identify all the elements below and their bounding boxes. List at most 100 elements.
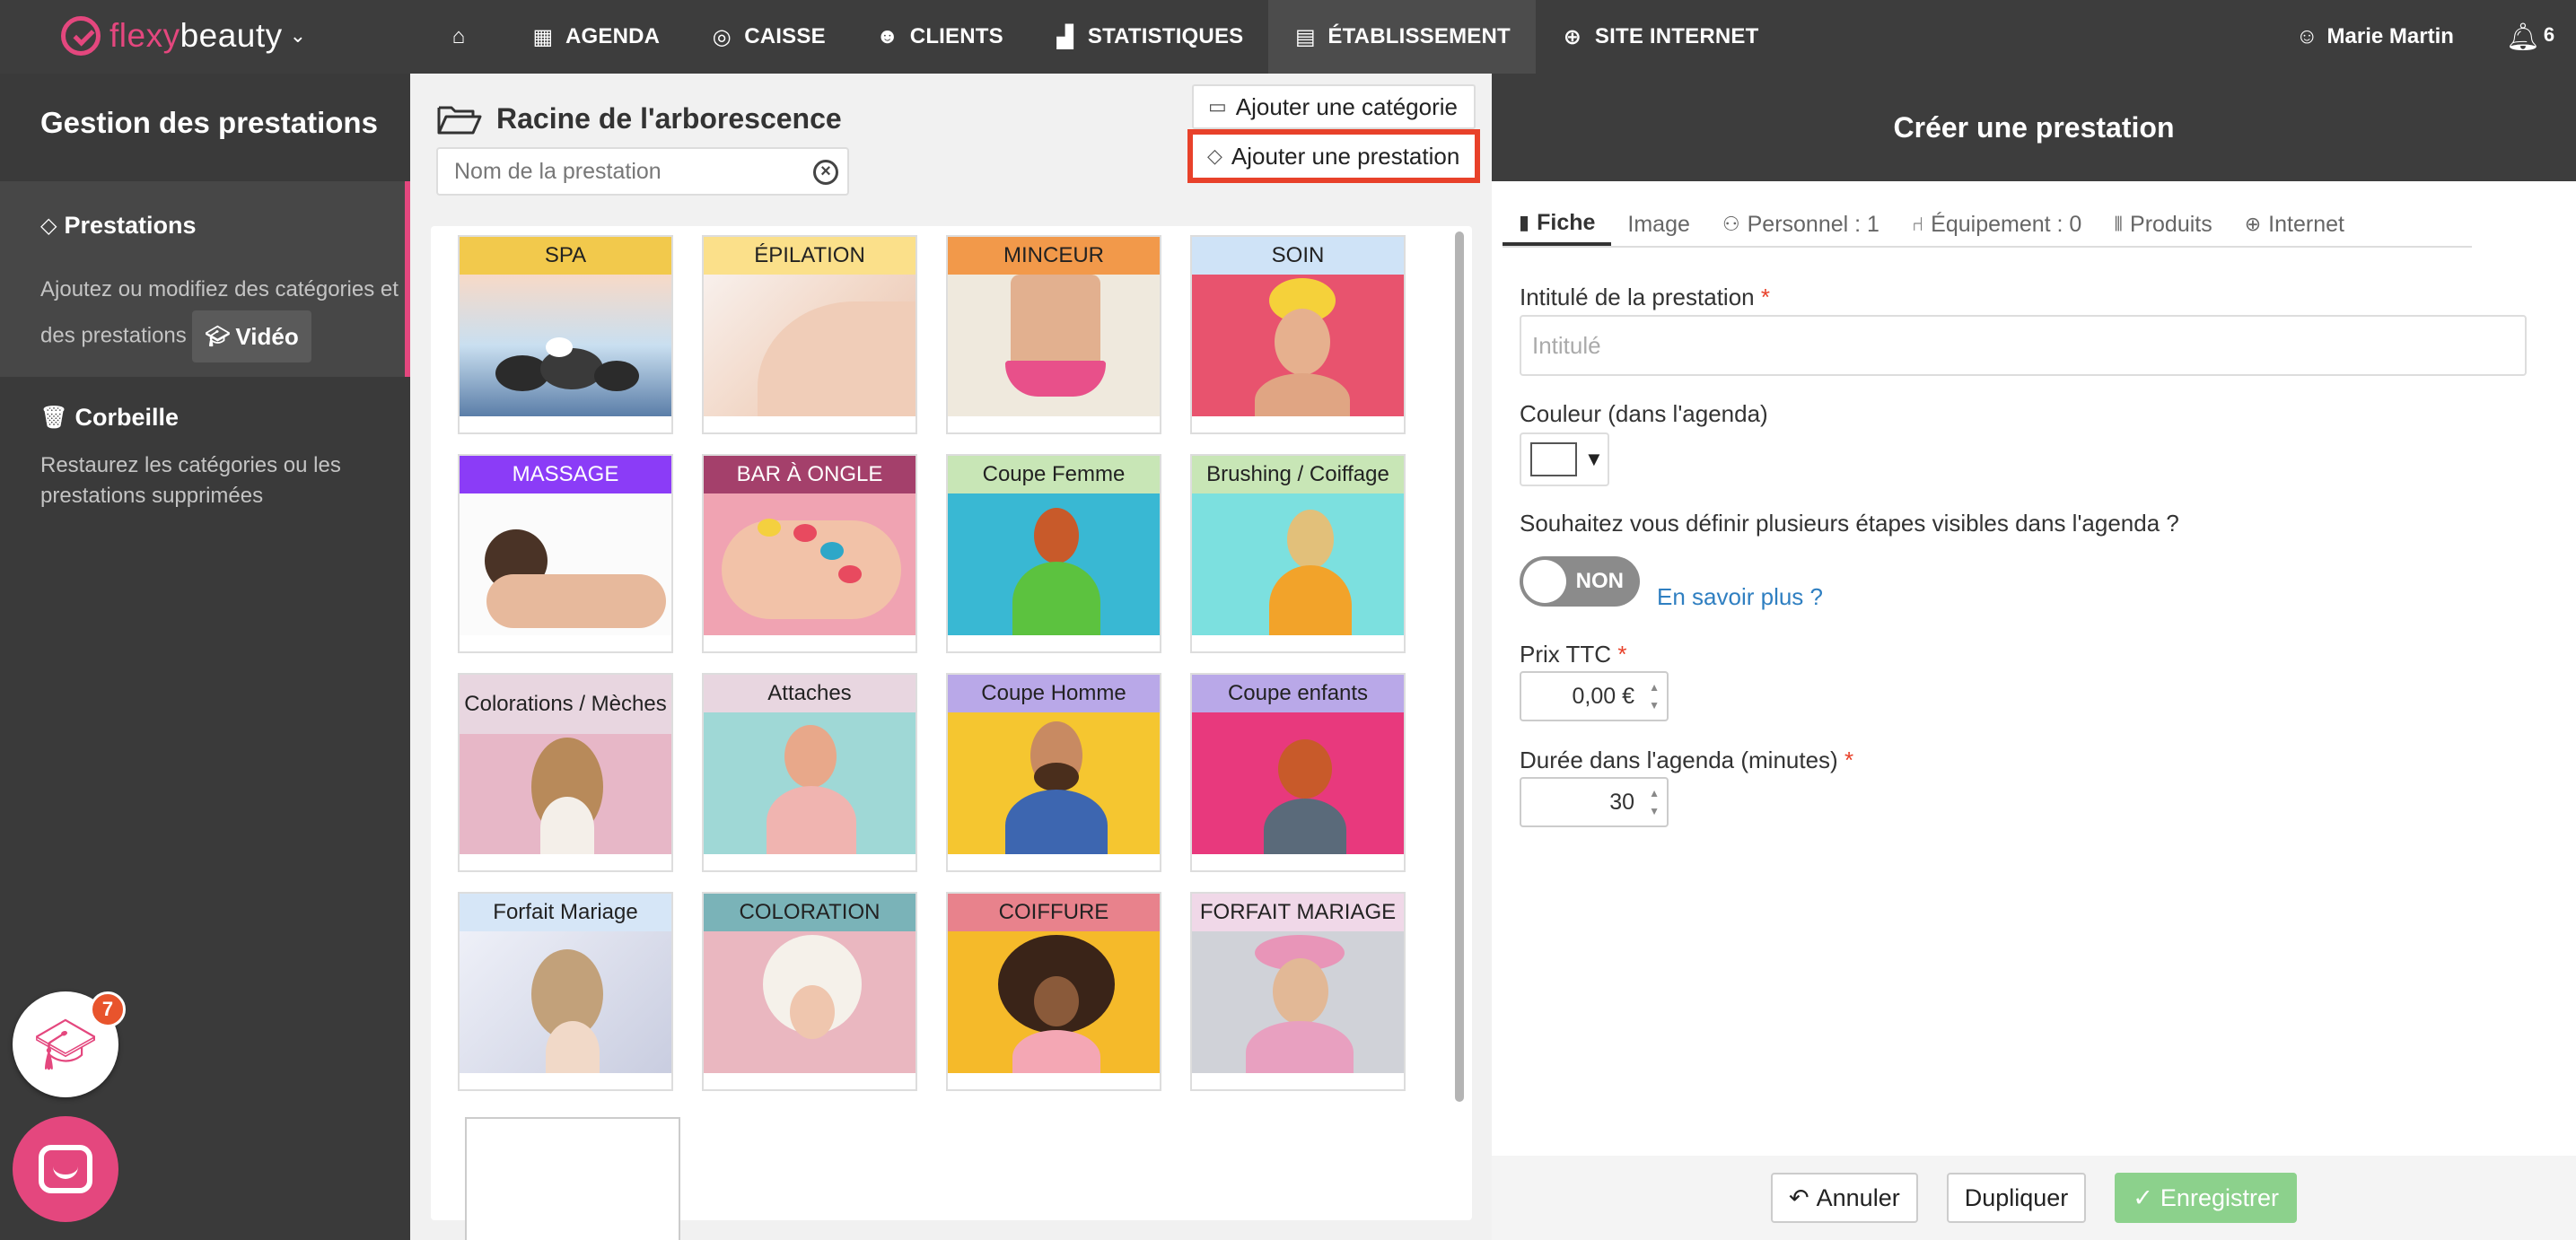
logo-icon [61, 16, 101, 56]
coins-icon: ◎ [712, 24, 732, 49]
category-card-coiffure[interactable]: COIFFURE [946, 892, 1161, 1091]
category-image-coupe-enfants [1192, 712, 1404, 854]
category-image-attaches [704, 712, 916, 854]
spinner-icon[interactable]: ▲ ▼ [1649, 678, 1660, 714]
nav-clients-label: CLIENTS [909, 24, 1003, 48]
create-service-panel: Créer une prestation ▮ Fiche Image ⚇ Per… [1492, 74, 2576, 1240]
tab-personnel[interactable]: ⚇ Personnel : 1 [1706, 203, 1896, 246]
tab-fiche[interactable]: ▮ Fiche [1503, 203, 1612, 246]
price-input[interactable]: 0,00 € ▲ ▼ [1520, 671, 1669, 721]
category-label: COIFFURE [948, 894, 1160, 931]
category-card-attaches[interactable]: Attaches [702, 673, 917, 872]
category-image-coupe-femme [948, 493, 1160, 635]
category-label: Coupe Homme [948, 675, 1160, 712]
file-icon: ▮ [1519, 211, 1530, 233]
add-category-button[interactable]: ▭ Ajouter une catégorie [1192, 84, 1476, 129]
nav-caisse[interactable]: ◎ CAISSE [685, 0, 851, 74]
tab-internet[interactable]: ⊕ Internet [2229, 203, 2361, 246]
nav-agenda[interactable]: ▦ AGENDA [506, 0, 685, 74]
category-card-coupe-femme[interactable]: Coupe Femme [946, 454, 1161, 653]
users-icon: ☻ [876, 24, 899, 48]
sidebar-item-corbeille[interactable]: 🗑︎ Corbeille Restaurez les catégories ou… [0, 377, 410, 556]
duplicate-button[interactable]: Dupliquer [1946, 1173, 2087, 1223]
category-card-forfait-mariage[interactable]: Forfait Mariage [458, 892, 673, 1091]
category-card-forfait-mariage-2[interactable]: FORFAIT MARIAGE [1190, 892, 1406, 1091]
clear-search-icon[interactable]: × [813, 160, 838, 185]
category-image-soin [1192, 275, 1404, 416]
tab-image[interactable]: Image [1611, 203, 1705, 246]
steps-question: Souhaitez vous définir plusieurs étapes … [1520, 510, 2179, 537]
price-label-text: Prix TTC [1520, 641, 1612, 668]
grid-scrollbar[interactable] [1455, 231, 1464, 1102]
duration-input[interactable]: 30 ▲ ▼ [1520, 777, 1669, 827]
toggle-knob [1523, 560, 1566, 603]
category-label: ÉPILATION [704, 237, 916, 275]
cancel-label: Annuler [1816, 1183, 1900, 1211]
category-card-bar-a-ongle[interactable]: BAR À ONGLE [702, 454, 917, 653]
tree-title-text: Racine de l'arborescence [496, 102, 842, 135]
notifications-button[interactable]: 🔔︎ 6 [2506, 22, 2554, 53]
category-label: FORFAIT MARIAGE [1192, 894, 1404, 931]
service-search-input[interactable] [438, 149, 797, 194]
duration-field-label: Durée dans l'agenda (minutes) * [1520, 747, 1853, 774]
sidebar-item-prestations[interactable]: ◇ Prestations Ajoutez ou modifiez des ca… [0, 181, 410, 377]
caret-down-icon: ▼ [1584, 448, 1604, 470]
nav-clients[interactable]: ☻ CLIENTS [851, 0, 1029, 74]
form-footer: ↶ Annuler Dupliquer ✓ Enregistrer [1492, 1156, 2576, 1240]
tab-image-label: Image [1627, 211, 1690, 237]
required-mark: * [1617, 641, 1627, 668]
category-card-spa[interactable]: SPA [458, 235, 673, 434]
category-image-colorations-meches [460, 734, 671, 854]
tab-produits[interactable]: ⦀ Produits [2098, 203, 2228, 246]
title-label-text: Intitulé de la prestation [1520, 284, 1755, 310]
color-picker[interactable]: ▼ [1520, 432, 1609, 486]
cancel-button[interactable]: ↶ Annuler [1771, 1173, 1918, 1223]
add-category-label: Ajouter une catégorie [1235, 92, 1458, 120]
nav-agenda-label: AGENDA [565, 24, 661, 48]
category-label: Colorations / Mèches [460, 675, 671, 734]
user-menu[interactable]: ☺ Marie Martin [2296, 24, 2454, 49]
category-label: Brushing / Coiffage [1192, 456, 1404, 493]
category-image-coloration [704, 931, 916, 1073]
category-card-coupe-homme[interactable]: Coupe Homme [946, 673, 1161, 872]
learning-center-button[interactable]: 🎓︎ 7 [13, 991, 126, 1097]
nav-statistiques[interactable]: ▟ STATISTIQUES [1029, 0, 1269, 74]
learn-more-link[interactable]: En savoir plus ? [1657, 583, 1823, 611]
top-navbar: flexy beauty ⌄ ⌂ ▦ AGENDA ◎ CAISSE ☻ CLIE… [0, 0, 2576, 74]
price-field-label: Prix TTC * [1520, 641, 1626, 668]
nav-caisse-label: CAISSE [744, 24, 826, 48]
category-card-colorations-meches[interactable]: Colorations / Mèches [458, 673, 673, 872]
category-card-soin[interactable]: SOIN [1190, 235, 1406, 434]
folder-icon: ▭ [1208, 95, 1227, 118]
category-card-epilation[interactable]: ÉPILATION [702, 235, 917, 434]
category-image-coupe-homme [948, 712, 1160, 854]
duplicate-label: Dupliquer [1964, 1183, 2069, 1211]
required-mark: * [1760, 284, 1770, 310]
category-card-brushing-coiffage[interactable]: Brushing / Coiffage [1190, 454, 1406, 653]
category-card-empty[interactable] [465, 1117, 680, 1240]
category-card-coupe-enfants[interactable]: Coupe enfants [1190, 673, 1406, 872]
nav-site-internet[interactable]: ⊕ SITE INTERNET [1536, 0, 1784, 74]
service-title-input[interactable] [1520, 315, 2527, 376]
tab-equipement[interactable]: ⑁ Équipement : 0 [1896, 203, 2098, 246]
steps-toggle[interactable]: NON [1520, 556, 1640, 607]
nav-etablissement[interactable]: ▤ ÉTABLISSEMENT [1268, 0, 1536, 74]
sidebar-title: Gestion des prestations [40, 106, 378, 139]
category-card-massage[interactable]: MASSAGE [458, 454, 673, 653]
spinner-icon[interactable]: ▲ ▼ [1649, 784, 1660, 820]
category-card-minceur[interactable]: MINCEUR [946, 235, 1161, 434]
tree-title: Racine de l'arborescence [437, 102, 842, 135]
video-button[interactable]: 🎓︎ Vidéo [192, 310, 311, 362]
save-button[interactable]: ✓ Enregistrer [2115, 1173, 2297, 1223]
app-logo[interactable]: flexy beauty ⌄ [61, 13, 307, 59]
category-image-epilation [704, 275, 916, 416]
category-card-coloration[interactable]: COLORATION [702, 892, 917, 1091]
category-label: MASSAGE [460, 456, 671, 493]
barcode-icon: ⦀ [2114, 213, 2124, 235]
color-field-label: Couleur (dans l'agenda) [1520, 400, 1768, 427]
calendar-icon: ▦ [532, 24, 554, 49]
chat-button[interactable] [13, 1116, 118, 1222]
add-service-button[interactable]: ◇ Ajouter une prestation [1187, 129, 1480, 183]
category-image-spa [460, 275, 671, 416]
nav-home[interactable]: ⌂ [422, 0, 506, 74]
